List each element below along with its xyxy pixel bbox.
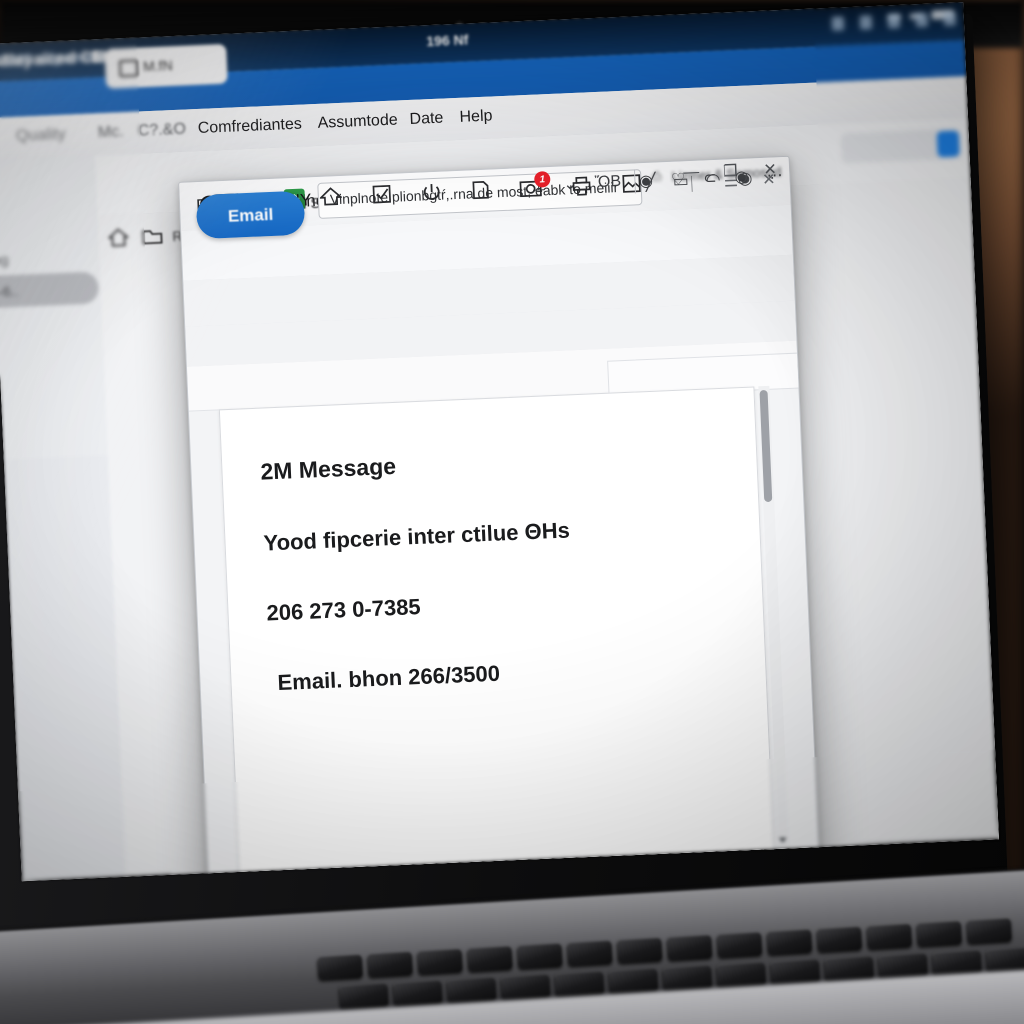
search-submit-button[interactable] [936, 130, 960, 158]
menu-item-help[interactable]: Help [459, 107, 493, 126]
app-sidebar [0, 155, 108, 460]
keyboard-key [467, 946, 513, 972]
message-line-1: 2M Message [259, 452, 397, 485]
photo-scene: SM5 alipaninn.aem 196 Nf Mlayaiced CM4 E… [0, 0, 1024, 1024]
keyboard-key [367, 951, 413, 978]
keyboard-key [766, 929, 813, 955]
keyboard-key [339, 983, 389, 1009]
sidebar-item-selected-label: 62-6.. [0, 282, 19, 301]
keyboard-key [608, 967, 658, 994]
keyboard-key [554, 970, 605, 997]
sidebar-item-1[interactable]: ering [0, 251, 9, 268]
keyboard-key [317, 954, 363, 980]
keyboard-key [666, 934, 713, 961]
sync-icon[interactable] [859, 15, 873, 30]
home-icon[interactable] [107, 228, 130, 247]
notification-icon[interactable] [943, 11, 957, 27]
keyboard-key [447, 976, 497, 1003]
keyboard-key [393, 979, 443, 1006]
keyboard-key [878, 952, 928, 979]
keyboard-key [500, 973, 551, 1000]
account-icon[interactable] [915, 12, 929, 28]
email-button[interactable]: Email [195, 190, 306, 240]
menu-item-3[interactable]: C?.&O [137, 121, 186, 141]
menu-item-assumtode[interactable]: Assumtode [317, 111, 398, 132]
keyboard-key [932, 949, 982, 976]
email-button-label: Email [227, 204, 274, 226]
keyboard-key [986, 946, 1024, 973]
email-dialog: Fligntanopt Telneriis — ❐ ✕ No Lamol Saf… [178, 155, 823, 882]
keyboard-key [816, 926, 862, 952]
keyboard-key [716, 932, 763, 958]
print-icon[interactable] [571, 175, 592, 202]
message-canvas: 2M Message Yood fipcerie inter ctilue ΘH… [218, 386, 775, 881]
keyboard-key [824, 955, 874, 982]
checkbox-icon[interactable] [371, 184, 392, 211]
menu-item-2[interactable]: Mc. [98, 123, 125, 142]
image-icon[interactable] [621, 173, 642, 200]
window-icon [118, 59, 139, 78]
menu-item-date[interactable]: Date [409, 110, 444, 129]
filter-icon[interactable] [887, 13, 901, 29]
keyboard-key [866, 923, 912, 950]
message-line-2: Yood fipcerie inter ctilue ΘHs [263, 517, 571, 556]
message-line-4: Email. bhon 266/3500 [277, 660, 501, 696]
keyboard-key [716, 961, 766, 988]
notification-badge: 1 [533, 171, 551, 188]
device-icon[interactable] [831, 16, 845, 31]
keyboard-key [916, 920, 962, 947]
keyboard-key [417, 948, 463, 975]
keyboard-key [617, 937, 663, 964]
power-icon[interactable] [421, 182, 442, 209]
keyboard-key [966, 918, 1012, 944]
menu-item-comfrediantes[interactable]: Comfrediantes [197, 116, 302, 138]
scroll-down-icon[interactable] [779, 837, 787, 845]
laptop-screen: SM5 alipaninn.aem 196 Nf Mlayaiced CM4 E… [0, 2, 999, 882]
status-icon: ⎙ [650, 168, 662, 184]
toolbar-pill-label: M.fN [142, 57, 173, 75]
keyboard-key [770, 958, 820, 985]
keyboard-key [567, 940, 613, 966]
keyboard-key [662, 964, 712, 991]
os-title-center: 196 Nf [425, 31, 469, 50]
camera-icon[interactable]: 1 [519, 171, 551, 203]
folder-icon[interactable] [142, 227, 163, 246]
message-line-3: 206 273 0-7385 [266, 593, 422, 626]
keyboard-key [517, 943, 563, 969]
home-icon[interactable] [318, 186, 344, 213]
menu-item-quality[interactable]: Quality [16, 126, 67, 146]
note-icon[interactable] [471, 180, 490, 207]
